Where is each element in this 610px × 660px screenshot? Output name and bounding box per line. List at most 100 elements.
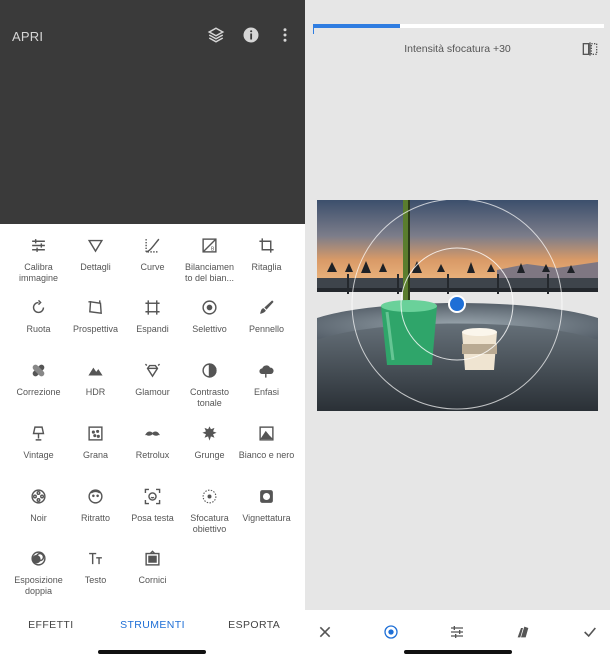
image-area-empty: APRI <box>0 0 305 224</box>
tool-pennello[interactable]: Pennello <box>236 294 297 335</box>
checkmark-icon[interactable] <box>578 620 602 644</box>
tool-esposizione-doppia[interactable]: Esposizione doppia <box>8 545 69 596</box>
tool-retrolux[interactable]: Retrolux <box>122 420 183 461</box>
tool-label: Posa testa <box>131 513 174 523</box>
frame-icon <box>122 545 183 571</box>
intensity-slider[interactable] <box>313 24 604 28</box>
home-indicator <box>98 650 206 654</box>
tool-label: Ritaglia <box>251 262 282 272</box>
tool-dettagli[interactable]: Dettagli <box>65 232 126 273</box>
focus-point[interactable] <box>448 295 466 313</box>
tool-label: Ruota <box>26 324 51 334</box>
tool-label: Grana <box>82 450 108 460</box>
tool-selettivo[interactable]: Selettivo <box>179 294 240 335</box>
style-stack-icon[interactable] <box>511 620 535 644</box>
target-icon <box>179 294 240 320</box>
app-screen: APRI Calibra immagine Dettagli Curve B B… <box>0 0 610 660</box>
tool-sfocatura-obiettivo[interactable]: Sfocatura obiettivo <box>179 483 240 534</box>
tool-grana[interactable]: Grana <box>65 420 126 461</box>
tool-contrasto-tonale[interactable]: Contrasto tonale <box>179 357 240 408</box>
tool-label: Selettivo <box>192 324 227 334</box>
intensity-label: Intensità sfocatura +30 <box>404 43 511 55</box>
tool-label: Espandi <box>136 324 169 334</box>
tab-esporta[interactable]: ESPORTA <box>203 604 305 646</box>
lens-blur-icon <box>179 483 240 509</box>
double-exposure-icon <box>8 545 69 571</box>
mustache-icon <box>122 420 183 446</box>
tool-hdr[interactable]: HDR <box>65 357 126 398</box>
intensity-slider-fill <box>313 24 401 28</box>
bottom-tab-bar: EFFETTI STRUMENTI ESPORTA <box>0 604 305 646</box>
slider-origin-tick <box>313 24 314 34</box>
tool-prospettiva[interactable]: Prospettiva <box>65 294 126 335</box>
tool-ruota[interactable]: Ruota <box>8 294 69 335</box>
face-frame-icon <box>122 483 183 509</box>
mountains-icon <box>65 357 126 383</box>
sliders-icon <box>8 232 69 258</box>
tool-label: HDR <box>85 387 106 397</box>
tool-bianco-e-nero[interactable]: Bianco e nero <box>236 420 297 461</box>
tool-label: Correzione <box>16 387 61 397</box>
tool-label: Grunge <box>194 450 225 460</box>
open-button[interactable]: APRI <box>12 29 43 44</box>
photo-image <box>317 200 598 411</box>
brush-icon <box>236 294 297 320</box>
diamond-icon <box>122 357 183 383</box>
focus-point-icon[interactable] <box>379 620 403 644</box>
tool-label: Curve <box>140 262 165 272</box>
tab-effetti[interactable]: EFFETTI <box>0 604 102 646</box>
tool-label: Calibra immagine <box>18 262 58 283</box>
tool-enfasi[interactable]: Enfasi <box>236 357 297 398</box>
tools-panel: APRI Calibra immagine Dettagli Curve B B… <box>0 0 305 660</box>
perspective-icon <box>65 294 126 320</box>
grunge-icon <box>179 420 240 446</box>
tool-label: Sfocatura obiettivo <box>190 513 229 534</box>
compare-icon[interactable] <box>582 42 598 56</box>
bw-photo-icon <box>236 420 297 446</box>
tool-label: Vintage <box>23 450 54 460</box>
tool-label: Dettagli <box>80 262 111 272</box>
half-circle-icon <box>179 357 240 383</box>
tool-glamour[interactable]: Glamour <box>122 357 183 398</box>
rotate-icon <box>8 294 69 320</box>
tool-vintage[interactable]: Vintage <box>8 420 69 461</box>
tool-noir[interactable]: Noir <box>8 483 69 524</box>
tool-correzione[interactable]: Correzione <box>8 357 69 398</box>
tool-ritratto[interactable]: Ritratto <box>65 483 126 524</box>
expand-icon <box>122 294 183 320</box>
tool-label: Ritratto <box>80 513 110 523</box>
crop-icon <box>236 232 297 258</box>
layers-icon[interactable] <box>205 24 227 46</box>
tool-grunge[interactable]: Grunge <box>179 420 240 461</box>
vignette-icon <box>236 483 297 509</box>
white-balance-icon: B <box>179 232 240 258</box>
triangle-down-icon <box>65 232 126 258</box>
tool-cornici[interactable]: Cornici <box>122 545 183 586</box>
tool-label: Retrolux <box>135 450 170 460</box>
tool-bilanciamento[interactable]: B Bilanciamen to del bian... <box>179 232 240 283</box>
tool-posa-testa[interactable]: Posa testa <box>122 483 183 524</box>
tool-label: Esposizione doppia <box>14 575 63 596</box>
tool-label: Noir <box>30 513 47 523</box>
tool-label: Testo <box>84 575 107 585</box>
sliders-icon[interactable] <box>445 620 469 644</box>
lamp-icon <box>8 420 69 446</box>
tool-curve[interactable]: Curve <box>122 232 183 273</box>
info-icon[interactable] <box>240 24 262 46</box>
tool-calibra-immagine[interactable]: Calibra immagine <box>8 232 69 283</box>
tool-testo[interactable]: Testo <box>65 545 126 586</box>
tab-strumenti[interactable]: STRUMENTI <box>102 604 204 646</box>
more-vertical-icon[interactable] <box>274 24 296 46</box>
face-icon <box>65 483 126 509</box>
tool-vignettatura[interactable]: Vignettatura <box>236 483 297 524</box>
close-icon[interactable] <box>313 620 337 644</box>
tool-ritaglia[interactable]: Ritaglia <box>236 232 297 273</box>
tool-label: Vignettatura <box>242 513 291 523</box>
text-icon <box>65 545 126 571</box>
tool-espandi[interactable]: Espandi <box>122 294 183 335</box>
photo-preview[interactable] <box>317 200 598 411</box>
tool-label: Bilanciamen to del bian... <box>184 262 235 283</box>
editor-panel: Intensità sfocatura +30 <box>305 0 610 660</box>
grain-icon <box>65 420 126 446</box>
tool-label: Contrasto tonale <box>189 387 230 408</box>
